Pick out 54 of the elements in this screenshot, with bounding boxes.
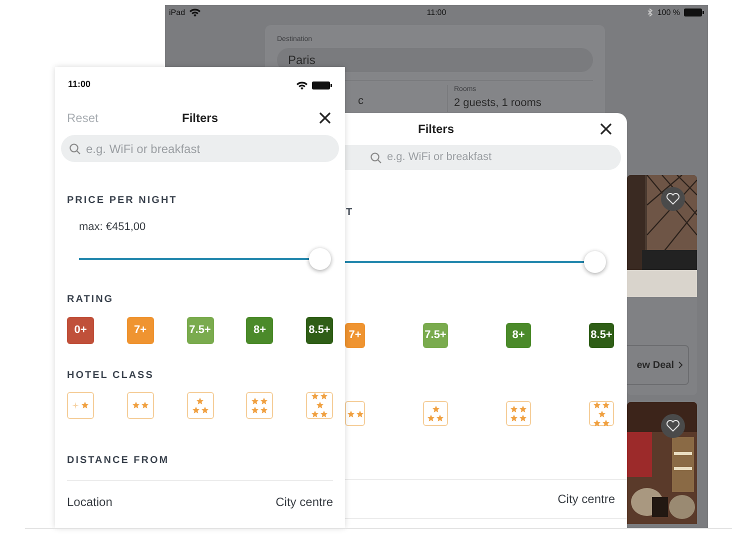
rating-option[interactable]: 0+ xyxy=(67,316,94,344)
section-heading: DISTANCE FROM xyxy=(67,454,170,468)
rating-option[interactable]: 8.5+ xyxy=(306,316,333,344)
status-time: 11:00 xyxy=(68,78,91,92)
bluetooth-icon xyxy=(647,8,654,17)
wifi-icon xyxy=(189,8,202,17)
rating-option[interactable]: 8.5+ xyxy=(589,323,614,348)
slider-thumb[interactable] xyxy=(584,251,606,273)
rating-option[interactable]: 7+ xyxy=(345,323,365,348)
battery-icon xyxy=(312,80,332,90)
hotel-class-option[interactable] xyxy=(246,392,274,418)
section-heading: T xyxy=(346,207,354,218)
search-icon xyxy=(69,142,81,154)
price-max-label: max: €451,00 xyxy=(79,220,147,235)
search-field[interactable]: e.g. WiFi or breakfast xyxy=(61,135,339,162)
search-icon xyxy=(370,152,382,164)
close-button[interactable] xyxy=(598,121,614,137)
hotel-class-option[interactable] xyxy=(306,392,333,418)
hotel-class-option[interactable] xyxy=(423,401,448,426)
rating-option[interactable]: 7.5+ xyxy=(186,316,214,344)
battery-percent: 100 % xyxy=(657,6,680,18)
rating-option[interactable]: 7.5+ xyxy=(423,323,448,348)
heart-icon xyxy=(666,193,680,205)
close-button[interactable] xyxy=(316,110,333,126)
distance-value: City centre xyxy=(276,494,333,511)
battery-icon xyxy=(684,8,704,17)
search-field[interactable]: e.g. WiFi or breakfast xyxy=(345,145,621,170)
section-heading: PRICE PER NIGHT xyxy=(67,194,178,208)
sheet-title: Filters xyxy=(182,110,218,127)
device-name: iPad xyxy=(169,6,186,18)
slider-thumb[interactable] xyxy=(309,248,331,270)
section-heading: RATING xyxy=(67,292,115,306)
hotel-class-option[interactable] xyxy=(345,401,365,426)
rooms-value: 2 guests, 1 rooms xyxy=(454,96,542,111)
hotel-class-option[interactable] xyxy=(186,392,214,418)
dates-value: c xyxy=(358,94,364,109)
sheet-title: Filters xyxy=(418,121,454,138)
wifi-icon xyxy=(296,80,308,90)
status-time: 11:00 xyxy=(426,6,446,18)
rating-option[interactable]: 8+ xyxy=(246,316,274,344)
hotel-class-option[interactable] xyxy=(126,392,154,418)
chevron-right-icon xyxy=(678,361,683,369)
distance-label: Location xyxy=(67,494,112,511)
section-heading: HOTEL CLASS xyxy=(67,368,155,382)
rating-option[interactable]: 7+ xyxy=(126,316,154,344)
hotel-class-option[interactable] xyxy=(589,401,614,426)
heart-icon xyxy=(666,420,680,432)
hotel-class-option[interactable] xyxy=(67,392,94,418)
star-icon xyxy=(81,401,89,409)
hotel-class-option[interactable] xyxy=(506,401,531,426)
sparkle-icon xyxy=(72,402,79,408)
destination-field[interactable]: Paris xyxy=(277,48,593,72)
rating-option[interactable]: 8+ xyxy=(506,323,531,348)
distance-value: City centre xyxy=(558,491,615,508)
